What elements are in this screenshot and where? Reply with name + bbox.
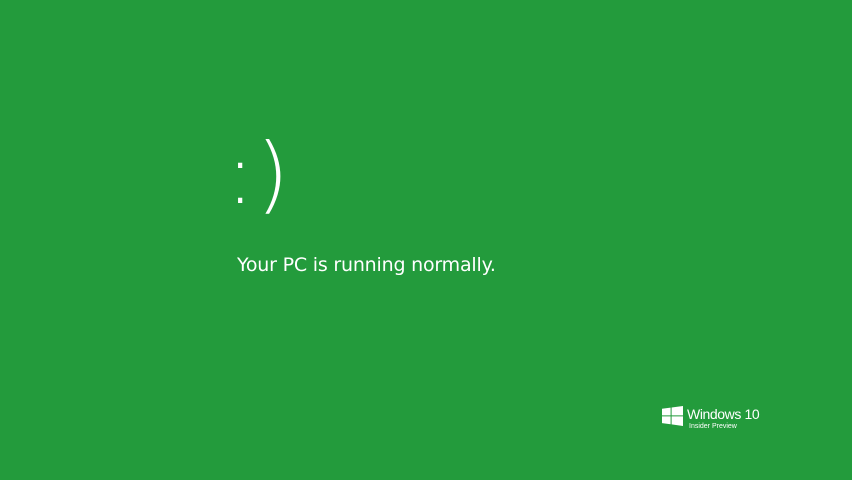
green-screen: :) Your PC is running normally. Windows …: [0, 0, 852, 480]
windows-branding: Windows 10 Insider Preview: [662, 404, 782, 432]
brand-edition: Insider Preview: [689, 423, 737, 430]
brand-name: Windows 10: [687, 406, 760, 422]
smiley-face: :): [226, 125, 292, 223]
status-message: Your PC is running normally.: [237, 254, 496, 276]
windows-logo-icon: [662, 406, 683, 426]
